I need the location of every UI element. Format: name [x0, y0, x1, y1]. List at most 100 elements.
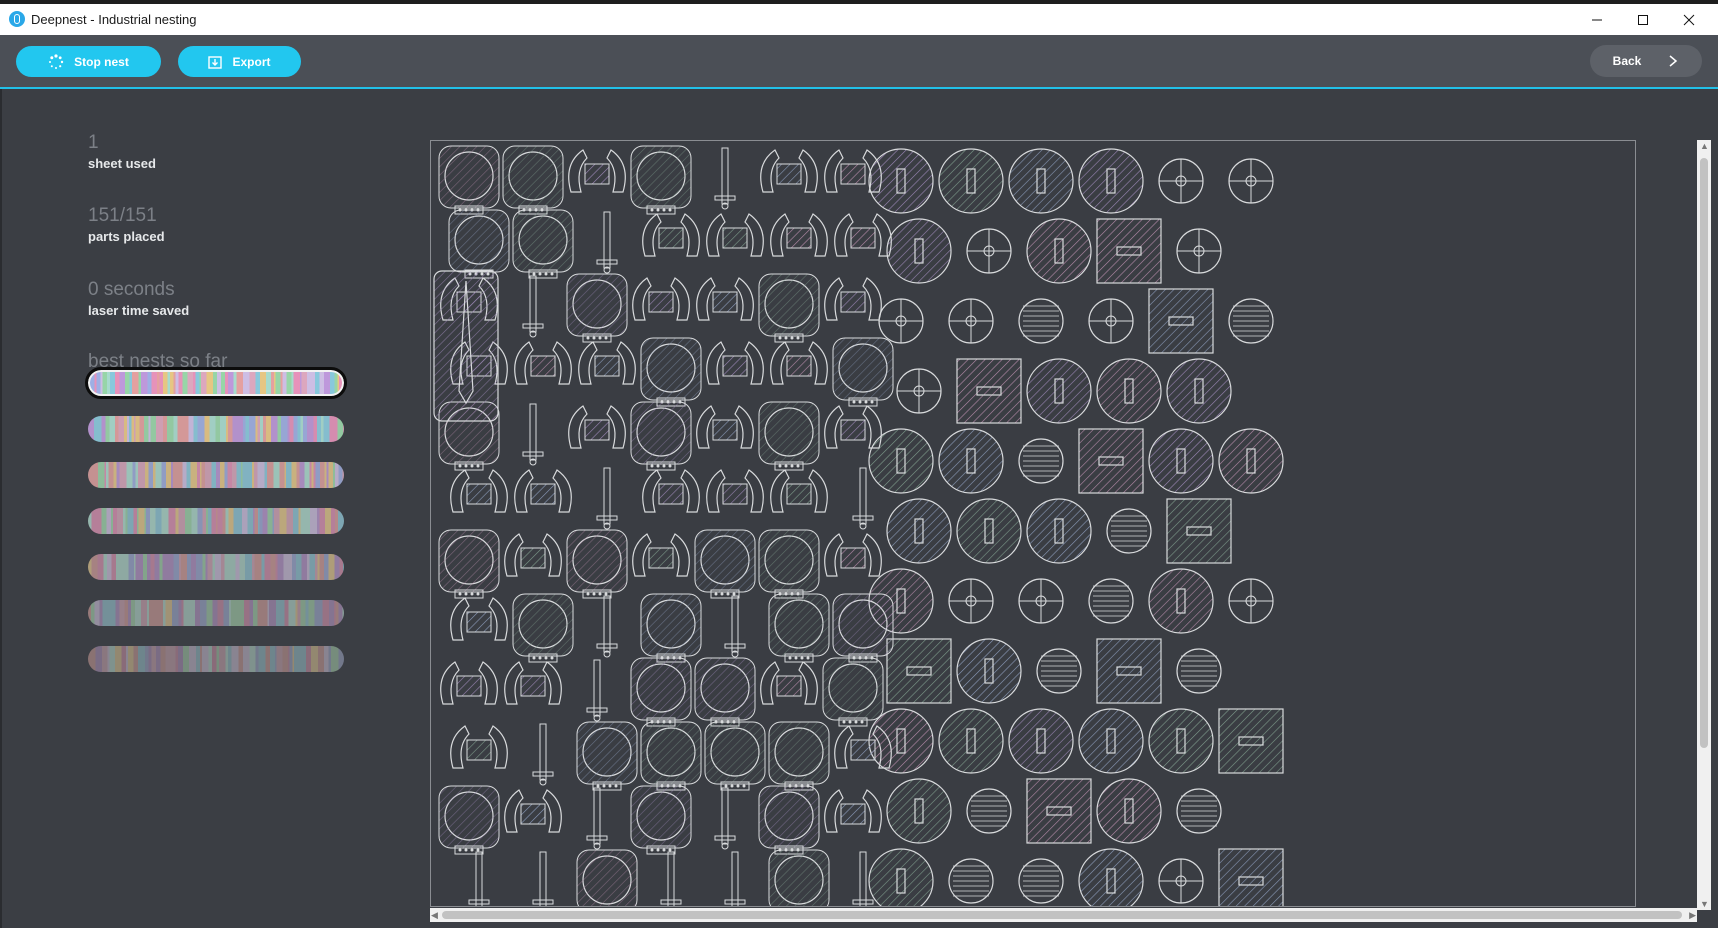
- rivet: [470, 848, 474, 852]
- stat-laser-time: 0 seconds laser time saved: [88, 279, 189, 318]
- sword-guard: [532, 771, 554, 777]
- round-plate-part: [1026, 498, 1092, 564]
- helmet-outline: [640, 337, 702, 401]
- horn-part: [616, 341, 636, 385]
- round-plate-part: [1148, 568, 1214, 634]
- sword-guard: [596, 259, 618, 265]
- horn-part: [770, 469, 790, 513]
- best-nest-3[interactable]: [88, 462, 344, 488]
- best-nest-2[interactable]: [88, 416, 344, 442]
- minimize-icon: [1592, 19, 1602, 21]
- rivet: [854, 720, 858, 724]
- scroll-down-icon[interactable]: ▼: [1700, 899, 1709, 909]
- horn-part: [862, 533, 882, 577]
- sword-blade: [539, 851, 547, 906]
- horn-part: [552, 469, 572, 513]
- horn-part: [504, 661, 524, 705]
- helmet-outline: [438, 145, 500, 209]
- helmet-outline: [448, 209, 510, 273]
- round-plate-part: [938, 708, 1004, 774]
- round-plate-part: [1026, 358, 1092, 424]
- helmet-plate: [850, 739, 876, 761]
- helmet-outline: [576, 721, 638, 785]
- helmet-outline: [566, 529, 628, 593]
- vertical-scroll-thumb[interactable]: [1700, 158, 1708, 748]
- rivet: [796, 336, 800, 340]
- round-plate-part: [1148, 428, 1214, 494]
- round-plate-part: [868, 428, 934, 494]
- sword-guard: [714, 835, 736, 841]
- rivet: [784, 336, 788, 340]
- horizontal-scrollbar[interactable]: ◀ ▶: [430, 908, 1697, 922]
- rivet: [656, 464, 660, 468]
- best-nest-7[interactable]: [88, 646, 344, 672]
- helmet-plate: [520, 803, 546, 825]
- scroll-up-icon[interactable]: ▲: [1700, 141, 1709, 151]
- helmet-outline: [832, 593, 894, 657]
- sword-blade: [859, 851, 867, 906]
- horn-part: [450, 469, 470, 513]
- export-button[interactable]: Export: [178, 46, 301, 77]
- round-plate-part: [1148, 708, 1214, 774]
- helmet-outline: [768, 849, 830, 906]
- round-plate-part: [1008, 708, 1074, 774]
- horn-part: [834, 725, 854, 769]
- vertical-scrollbar[interactable]: ▲ ▼: [1697, 140, 1711, 910]
- round-plate-part: [956, 498, 1022, 564]
- square-plate-part: [1166, 498, 1232, 564]
- best-nest-4[interactable]: [88, 508, 344, 534]
- square-plate-part: [1026, 778, 1092, 844]
- toolbar: Stop nest Export Back: [0, 35, 1718, 89]
- helmet-outline: [768, 593, 830, 657]
- square-plate-part: [1218, 848, 1284, 906]
- helmet-plate: [840, 803, 866, 825]
- scroll-right-icon[interactable]: ▶: [1689, 910, 1696, 921]
- rivet: [784, 464, 788, 468]
- helmet-plate: [466, 611, 492, 633]
- rivet: [668, 464, 672, 468]
- horn-part: [568, 149, 588, 193]
- horn-part: [770, 341, 790, 385]
- sword-guard: [596, 515, 618, 521]
- maximize-button[interactable]: [1620, 6, 1666, 34]
- sword-guard: [852, 515, 874, 521]
- helmet-plate: [584, 163, 610, 185]
- horn-part: [514, 341, 534, 385]
- helmet-outline: [640, 593, 702, 657]
- back-label: Back: [1612, 54, 1642, 68]
- horizontal-scroll-thumb[interactable]: [442, 911, 1682, 919]
- rivet: [790, 464, 794, 468]
- helmet-outline: [566, 273, 628, 337]
- back-button[interactable]: Back: [1590, 45, 1702, 77]
- minimize-button[interactable]: [1574, 6, 1620, 34]
- helmet-outline: [630, 401, 692, 465]
- helmet-outline: [630, 657, 692, 721]
- horn-part: [706, 341, 726, 385]
- square-plate-part: [1078, 428, 1144, 494]
- sword-guard: [852, 899, 874, 905]
- rivet: [870, 400, 874, 404]
- rivet: [458, 464, 462, 468]
- best-nest-6[interactable]: [88, 600, 344, 626]
- rivet: [724, 784, 728, 788]
- helmet-plate: [722, 227, 748, 249]
- helmet-outline: [640, 721, 702, 785]
- horn-part: [706, 469, 726, 513]
- rivet: [730, 784, 734, 788]
- rivet: [796, 464, 800, 468]
- nest-canvas[interactable]: [430, 140, 1636, 907]
- horn-part: [862, 789, 882, 833]
- horn-part: [568, 405, 588, 449]
- rivet: [668, 848, 672, 852]
- round-plate-part: [1166, 358, 1232, 424]
- helmet-outline: [758, 785, 820, 849]
- rivet: [794, 656, 798, 660]
- close-button[interactable]: [1666, 6, 1712, 34]
- rivet: [470, 464, 474, 468]
- stop-nest-button[interactable]: Stop nest: [16, 46, 161, 77]
- scroll-left-icon[interactable]: ◀: [431, 910, 438, 921]
- round-plate-part: [868, 848, 934, 906]
- helmet-outline: [630, 145, 692, 209]
- best-nest-1[interactable]: [85, 367, 347, 399]
- best-nest-5[interactable]: [88, 554, 344, 580]
